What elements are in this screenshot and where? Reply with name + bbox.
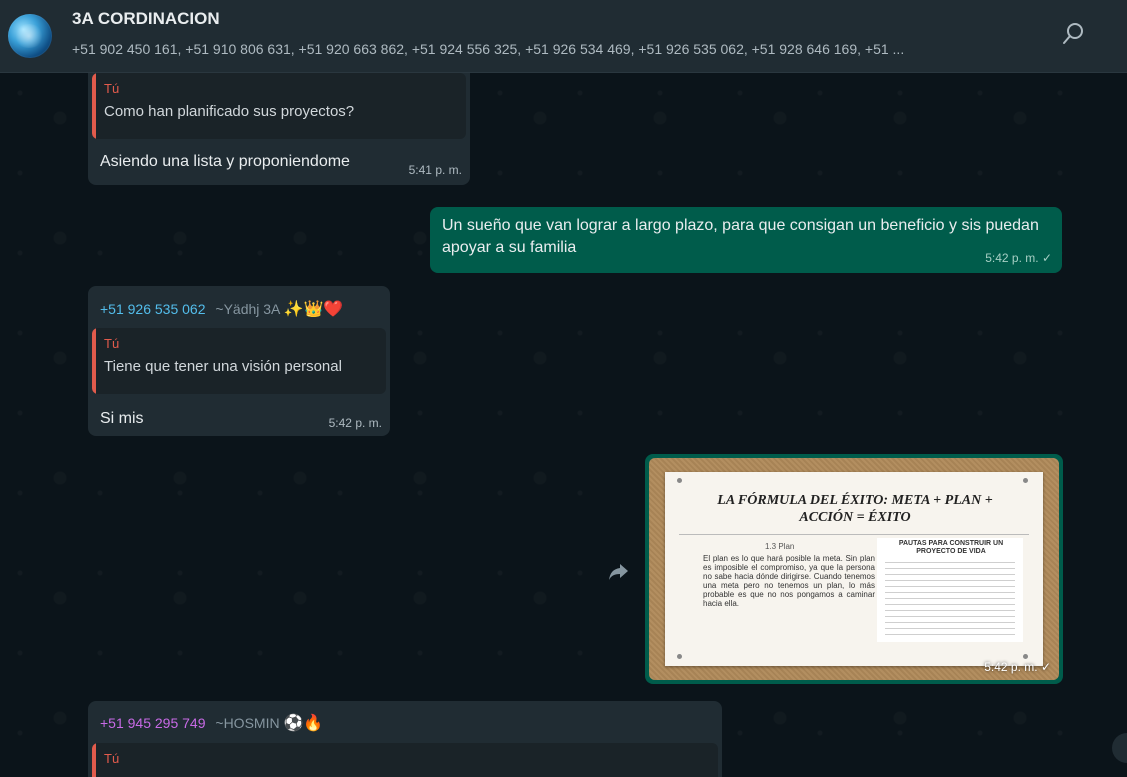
group-avatar[interactable] (8, 14, 52, 58)
sent-check-icon: ✓ (1041, 251, 1052, 265)
sender-phone[interactable]: +51 945 295 749 (100, 715, 206, 731)
forward-button[interactable] (606, 558, 632, 584)
quote-author: Tú (104, 751, 120, 766)
sender-alias: ~HOSMIN (215, 715, 280, 731)
scroll-down-button[interactable] (1112, 733, 1127, 763)
quoted-message[interactable]: Tú (92, 743, 718, 777)
message-text: Asiendo una lista y proponiendome (100, 153, 350, 170)
poster-section: 1.3 Plan (765, 542, 795, 551)
message-text: Un sueño que van lograr a largo plazo, p… (442, 217, 1039, 256)
message-time: 5:42 p. m. ✓ (984, 660, 1051, 674)
group-title[interactable]: 3A CORDINACION (72, 9, 220, 29)
pin-dot (1023, 478, 1028, 483)
sender-name[interactable]: +51 926 535 062 ~Yädhj 3A ✨👑❤️ (100, 299, 343, 319)
quote-author: Tú (104, 336, 120, 351)
quote-author: Tú (104, 81, 120, 96)
quoted-message[interactable]: Tú Tiene que tener una visión personal (92, 328, 386, 394)
quote-bar (92, 73, 96, 139)
search-button[interactable] (1060, 20, 1088, 48)
quote-text: Tiene que tener una visión personal (104, 358, 342, 375)
message-time: 5:42 p. m. ✓ (985, 251, 1052, 265)
poster-body: El plan es lo que hará posible la meta. … (703, 554, 875, 608)
message-list[interactable]: Tú Como han planificado sus proyectos? A… (0, 73, 1127, 777)
poster-right-title: PAUTAS PARA CONSTRUIR UN PROYECTO DE VID… (898, 540, 1004, 555)
poster-right-box: PAUTAS PARA CONSTRUIR UN PROYECTO DE VID… (877, 538, 1023, 642)
image-attachment[interactable]: LA FÓRMULA DEL ÉXITO: META + PLAN + ACCI… (649, 458, 1059, 680)
sent-check-icon: ✓ (1040, 660, 1051, 674)
quote-bar (92, 743, 96, 777)
pin-dot (677, 478, 682, 483)
poster-right-text (885, 562, 1015, 636)
sender-emojis: ⚽🔥 (283, 715, 324, 732)
chat-header[interactable]: 3A CORDINACION +51 902 450 161, +51 910 … (0, 0, 1127, 73)
message-bubble[interactable]: +51 945 295 749 ~HOSMIN ⚽🔥 Tú (88, 701, 722, 777)
quote-text: Como han planificado sus proyectos? (104, 103, 355, 120)
sender-name[interactable]: +51 945 295 749 ~HOSMIN ⚽🔥 (100, 713, 323, 733)
quoted-message[interactable]: Tú Como han planificado sus proyectos? (92, 73, 466, 139)
message-bubble[interactable]: +51 926 535 062 ~Yädhj 3A ✨👑❤️ Tú Tiene … (88, 286, 390, 436)
sender-emojis: ✨👑❤️ (283, 301, 344, 318)
message-text: Si mis (100, 410, 144, 427)
quote-bar (92, 328, 96, 394)
pin-dot (1023, 654, 1028, 659)
message-time: 5:41 p. m. (408, 163, 462, 177)
sender-alias: ~Yädhj 3A (215, 301, 280, 317)
forward-icon (609, 564, 628, 580)
message-bubble[interactable]: Tú Como han planificado sus proyectos? A… (88, 73, 470, 185)
sender-phone[interactable]: +51 926 535 062 (100, 301, 206, 317)
message-time: 5:42 p. m. (328, 416, 382, 430)
message-bubble-outgoing[interactable]: Un sueño que van lograr a largo plazo, p… (430, 207, 1062, 273)
search-icon (1063, 23, 1083, 44)
poster-divider (679, 534, 1029, 535)
poster-paper: LA FÓRMULA DEL ÉXITO: META + PLAN + ACCI… (665, 472, 1043, 666)
image-message[interactable]: LA FÓRMULA DEL ÉXITO: META + PLAN + ACCI… (645, 454, 1063, 684)
pin-dot (677, 654, 682, 659)
poster-title: LA FÓRMULA DEL ÉXITO: META + PLAN + ACCI… (717, 493, 993, 525)
group-members: +51 902 450 161, +51 910 806 631, +51 92… (72, 41, 905, 57)
